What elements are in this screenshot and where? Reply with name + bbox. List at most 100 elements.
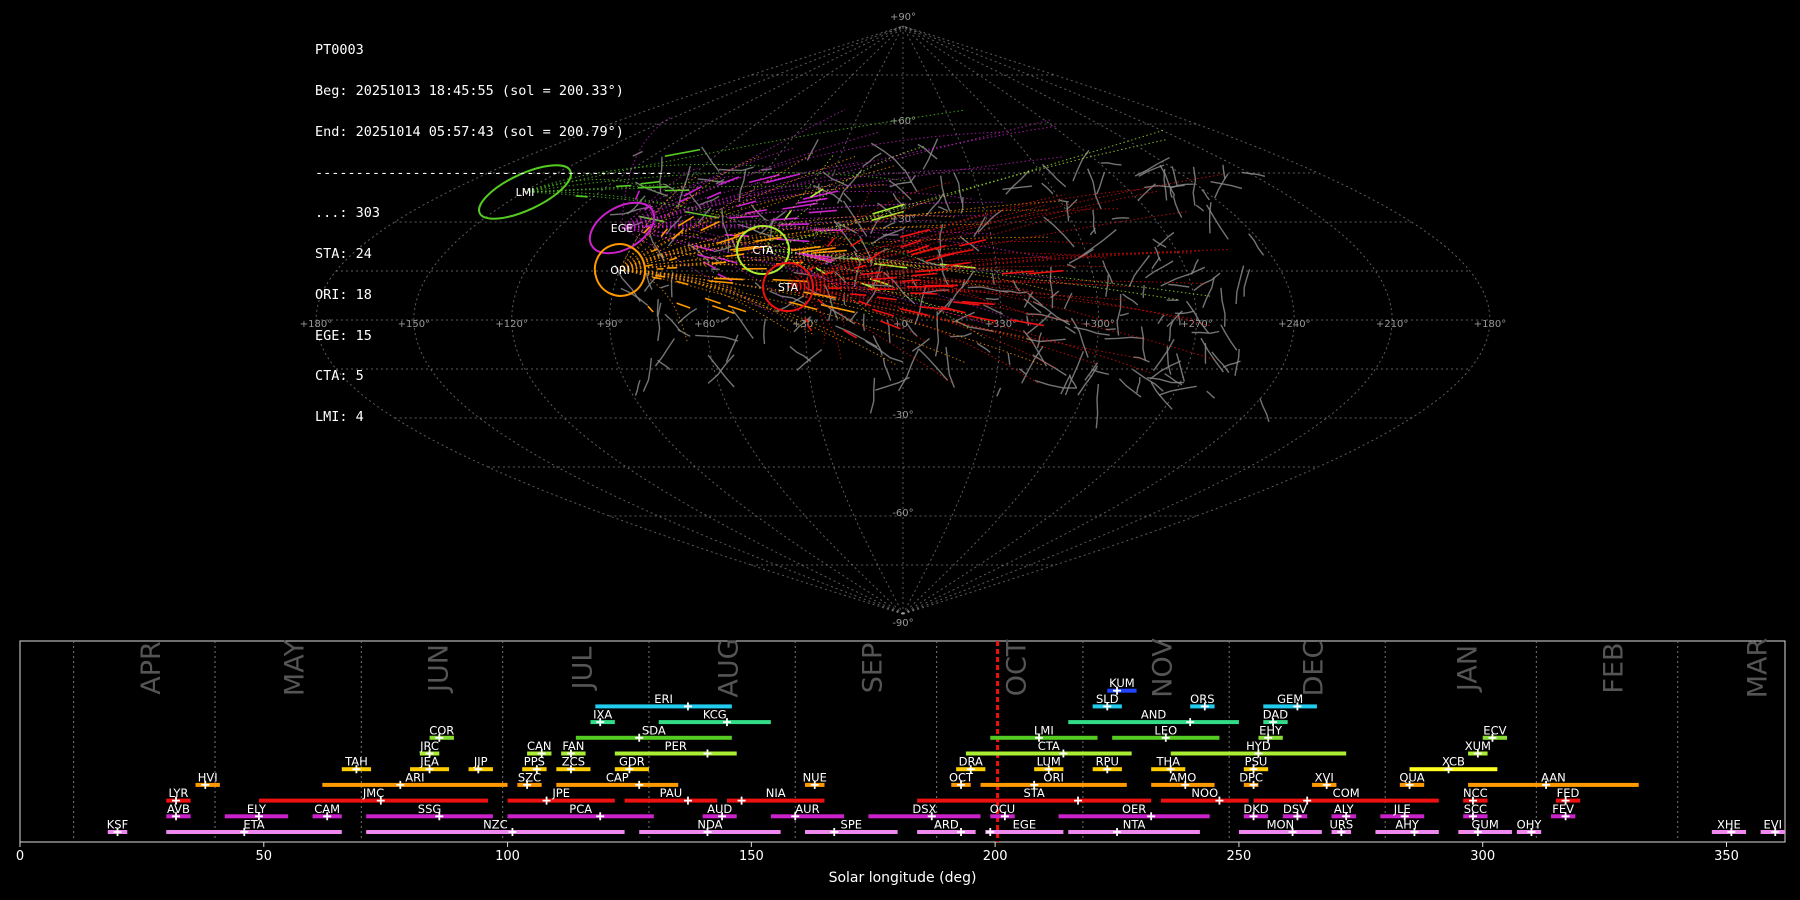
shower-meteor-trail: [676, 302, 691, 309]
shower-activity-bar: [917, 830, 976, 834]
sporadic-meteor-trail: [1151, 256, 1161, 270]
shower-peak-marker: [1771, 828, 1780, 836]
shower-activity-bar: [1112, 735, 1220, 740]
shower-peak-marker: [1337, 828, 1346, 836]
shower-peak-marker: [523, 780, 532, 789]
shower-meteor-trail: [808, 209, 837, 214]
shower-activity-bar: [1253, 798, 1439, 803]
longitude-label: +240°: [1278, 319, 1310, 330]
sporadic-meteor-trail: [1104, 336, 1144, 340]
shower-peak-marker: [532, 765, 541, 774]
x-tick-label: 300: [1470, 849, 1495, 864]
shower-activity-bar: [419, 751, 440, 756]
shower-code-label: XVI: [1315, 770, 1334, 784]
shower-code-label: ETA: [243, 818, 264, 832]
shower-code-label: NIA: [766, 786, 786, 800]
shower-activity-bar: [1160, 798, 1249, 803]
shower-code-label: PSU: [1245, 755, 1268, 769]
shower-code-label: COR: [429, 723, 454, 737]
shower-peak-marker: [1161, 733, 1170, 742]
shower-activity-bar: [1380, 814, 1425, 819]
radiant-label: CTA: [752, 244, 774, 257]
shower-peak-marker: [596, 718, 605, 727]
shower-activity-bar: [804, 830, 898, 834]
shower-activity-bar: [614, 767, 649, 772]
shower-peak-marker: [1000, 812, 1009, 821]
shower-activity-bar: [726, 798, 825, 803]
info-line: EGE: 15: [315, 327, 372, 344]
info-panel: PT0003 Beg: 20251013 18:45:55 (sol = 200…: [315, 17, 673, 438]
sporadic-meteor-trail: [1191, 330, 1220, 335]
shower-code-label: AAN: [1541, 770, 1566, 784]
shower-meteor-trail: [779, 223, 810, 226]
shower-peak-marker: [1249, 812, 1258, 821]
shower-activity-bar: [166, 798, 191, 803]
shower-activity-bar: [1258, 735, 1283, 740]
sporadic-meteor-trail: [1177, 313, 1181, 326]
shower-activity-bar: [804, 782, 825, 787]
shower-peak-marker: [1074, 796, 1083, 805]
shower-code-label: DSX: [912, 802, 936, 816]
shower-code-label: MON: [1267, 818, 1295, 832]
shower-peak-marker: [625, 765, 634, 774]
sporadic-meteor-trail: [1201, 188, 1210, 201]
shower-activity-bar: [1482, 735, 1508, 740]
x-tick-label: 100: [495, 849, 520, 864]
sporadic-meteor-trail: [843, 192, 852, 203]
shower-peak-marker: [1473, 749, 1482, 758]
shower-activity-bar: [468, 767, 493, 772]
sporadic-meteor-trail: [983, 304, 1004, 315]
sporadic-meteor-trail: [967, 286, 1008, 293]
shower-activity-bar: [1458, 830, 1512, 834]
x-tick-label: 150: [739, 849, 764, 864]
shower-code-label: ECV: [1483, 723, 1506, 737]
sporadic-meteor-trail: [1168, 283, 1190, 288]
shower-code-label: SDA: [642, 723, 666, 737]
shower-peak-marker: [542, 796, 551, 805]
sporadic-meteor-trail: [1105, 328, 1116, 331]
shower-activity-bar: [1760, 830, 1785, 834]
shower-activity-bar: [575, 735, 732, 740]
shower-activity-bar: [1170, 751, 1347, 756]
shower-peak-marker: [703, 749, 712, 758]
shower-code-label: RPU: [1096, 755, 1119, 769]
shower-activity-bar: [985, 830, 1064, 834]
sporadic-meteor-trail: [953, 172, 963, 203]
shower-activity-bar: [1151, 782, 1215, 787]
shower-peak-marker: [1249, 765, 1258, 774]
shower-code-label: AUR: [795, 802, 819, 816]
sporadic-meteor-trail: [731, 309, 754, 339]
sporadic-meteor-trail: [711, 268, 720, 271]
sporadic-meteor-trail: [991, 273, 995, 285]
sporadic-meteor-trail: [695, 334, 739, 342]
shower-activity-bar: [1238, 830, 1322, 834]
shower-code-label: ORI: [1043, 770, 1063, 784]
shower-code-label: DAD: [1263, 708, 1289, 722]
radiant-label: STA: [778, 281, 799, 294]
shower-code-label: HVI: [198, 770, 218, 784]
shower-code-label: JLE: [1393, 802, 1411, 816]
shower-code-label: AND: [1141, 708, 1166, 722]
shower-peak-marker: [1269, 718, 1278, 727]
shower-code-label: PCA: [569, 802, 592, 816]
info-line: STA: 24: [315, 246, 372, 263]
shower-peak-marker: [1322, 780, 1331, 789]
shower-activity-bar: [107, 830, 128, 834]
shower-meteor-trail: [850, 238, 863, 247]
shower-meteor-trail: [784, 210, 792, 220]
shower-activity-bar: [527, 751, 552, 756]
shower-activity-bar: [507, 798, 615, 803]
shower-code-label: LEO: [1154, 723, 1177, 737]
sporadic-meteor-trail: [824, 285, 839, 320]
shower-peak-marker: [474, 765, 483, 774]
shower-activity-bar: [1555, 798, 1581, 803]
shower-activity-bar: [956, 767, 986, 772]
shower-activity-bar: [965, 751, 1132, 756]
shower-activity-bar: [366, 830, 625, 834]
shower-code-label: AMO: [1169, 770, 1196, 784]
radiant-projection-line: [621, 227, 993, 235]
sporadic-meteor-trail: [1059, 199, 1069, 203]
sporadic-meteor-trail: [1195, 204, 1204, 212]
shower-code-label: CTA: [1038, 739, 1060, 753]
info-line: End: 20251014 05:57:43 (sol = 200.79°): [315, 123, 624, 140]
